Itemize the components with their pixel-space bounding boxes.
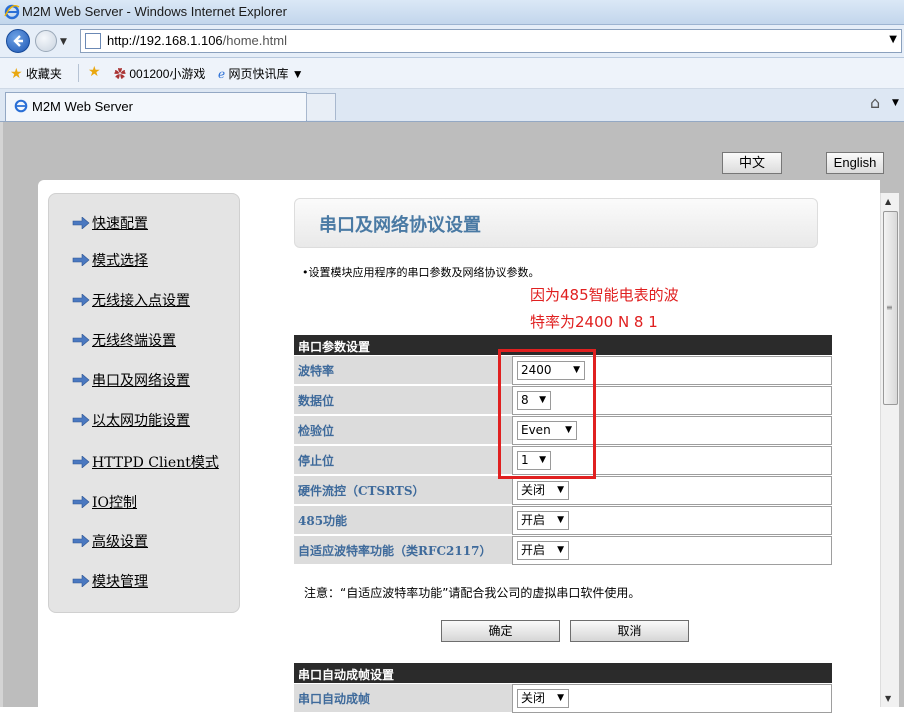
address-input[interactable]: http://192.168.1.106/home.html ▼ — [80, 29, 902, 53]
chinese-language-button[interactable]: 中文 — [722, 152, 782, 174]
field-label: 波特率 — [298, 364, 335, 378]
arrow-right-icon — [72, 374, 90, 386]
scroll-down-icon[interactable]: ▼ — [885, 694, 891, 703]
fav-link-games[interactable]: ✿ 001200小游戏 — [114, 65, 205, 82]
field-label: 数据位 — [298, 394, 335, 408]
field-label: 硬件流控（CTSRTS） — [298, 484, 425, 498]
arrow-right-icon — [72, 575, 90, 587]
favorites-button[interactable]: ★ 收藏夹 — [10, 65, 62, 82]
scroll-up-icon[interactable]: ▲ — [885, 197, 891, 206]
tab-m2m[interactable]: M2M Web Server — [5, 92, 307, 121]
field-label: 检验位 — [298, 424, 335, 438]
chevron-down-icon: ▼ — [557, 545, 564, 555]
confirm-button[interactable]: 确定 — [441, 620, 560, 642]
page-icon — [85, 33, 101, 49]
divider — [78, 64, 79, 82]
address-toolbar: ▼ http://192.168.1.106/home.html ▼ — [0, 25, 904, 58]
address-dropdown-icon[interactable]: ▼ — [889, 34, 897, 45]
chevron-down-icon: ▼ — [557, 515, 564, 525]
page-title: 串口及网络协议设置 — [319, 215, 481, 236]
adaptive-baud-select[interactable]: 开启 ▼ — [517, 541, 569, 560]
new-tab-button[interactable] — [306, 93, 336, 120]
field-label: 停止位 — [298, 454, 335, 468]
form-row-adaptive-baud: 自适应波特率功能（类RFC2117） 开启 ▼ — [294, 536, 832, 565]
field-label: 485功能 — [298, 514, 348, 528]
grip-icon: ≡ — [886, 303, 893, 312]
page-description: •设置模块应用程序的串口参数及网络协议参数。 — [302, 266, 540, 279]
arrow-right-icon — [72, 217, 90, 229]
favorites-bar: ★ 收藏夹 ★ ✿ 001200小游戏 ℯ 网页快讯库 ▼ — [0, 58, 904, 89]
section-header-auto-frame: 串口自动成帧设置 — [294, 663, 832, 683]
ie-logo-icon — [14, 99, 28, 113]
sidebar-item-label[interactable]: HTTPD Client模式 — [92, 452, 219, 472]
sidebar-item-label[interactable]: 串口及网络设置 — [92, 370, 190, 390]
arrow-right-icon — [72, 456, 90, 468]
ie-page-icon: ℯ — [218, 67, 226, 81]
sidebar-item-label[interactable]: 以太网功能设置 — [92, 410, 190, 430]
english-language-button[interactable]: English — [826, 152, 884, 174]
arrow-right-icon — [72, 535, 90, 547]
window-title: M2M Web Server - Windows Internet Explor… — [22, 4, 287, 19]
arrow-right-icon — [72, 294, 90, 306]
annotation-text-1: 因为485智能电表的波 — [530, 286, 679, 304]
sidebar-item-label[interactable]: 模块管理 — [92, 571, 148, 591]
sidebar-item-label[interactable]: 无线终端设置 — [92, 330, 176, 350]
sidebar-item-label[interactable]: 高级设置 — [92, 531, 148, 551]
tab-bar: M2M Web Server ⌂ ▼ — [0, 89, 904, 122]
page-heading-box: 串口及网络协议设置 — [294, 198, 818, 248]
sidebar-item-label[interactable]: 模式选择 — [92, 250, 148, 270]
back-arrow-icon — [13, 35, 23, 47]
annotation-text-2: 特率为2400 N 8 1 — [530, 313, 658, 331]
form-row-rs485: 485功能 开启 ▼ — [294, 506, 832, 535]
sidebar-item-label[interactable]: 无线接入点设置 — [92, 290, 190, 310]
sidebar-item-label[interactable]: 快速配置 — [92, 213, 148, 233]
star-icon: ★ — [10, 65, 23, 81]
annotation-highlight-box — [498, 349, 596, 479]
home-icon[interactable]: ⌂ — [870, 93, 880, 112]
arrow-right-icon — [72, 496, 90, 508]
field-label: 自适应波特率功能（类RFC2117） — [298, 544, 492, 558]
add-favorite-icon[interactable]: ★ — [88, 63, 101, 80]
home-dropdown-icon[interactable]: ▼ — [892, 98, 899, 108]
game-icon: ✿ — [114, 67, 127, 81]
form-row-auto-frame: 串口自动成帧 关闭 ▼ — [294, 684, 832, 713]
address-url: http://192.168.1.106/home.html — [107, 33, 287, 48]
ie-logo-icon — [4, 4, 20, 20]
cancel-button[interactable]: 取消 — [570, 620, 689, 642]
arrow-right-icon — [72, 414, 90, 426]
auto-frame-select[interactable]: 关闭 ▼ — [517, 689, 569, 708]
window-title-bar: M2M Web Server - Windows Internet Explor… — [0, 0, 904, 25]
fav-link-webslice[interactable]: ℯ 网页快讯库 ▼ — [218, 65, 304, 82]
history-dropdown-icon[interactable]: ▼ — [60, 37, 67, 47]
rs485-select[interactable]: 开启 ▼ — [517, 511, 569, 530]
arrow-right-icon — [72, 334, 90, 346]
chevron-down-icon: ▼ — [557, 693, 564, 703]
chevron-down-icon: ▼ — [557, 485, 564, 495]
flow-control-select[interactable]: 关闭 ▼ — [517, 481, 569, 500]
forward-button[interactable] — [35, 30, 57, 52]
back-button[interactable] — [6, 29, 30, 53]
note-text: 注意：“自适应波特率功能”请配合我公司的虚拟串口软件使用。 — [304, 586, 641, 600]
vertical-scrollbar[interactable]: ▲ ≡ ▼ — [880, 193, 899, 707]
arrow-right-icon — [72, 254, 90, 266]
tab-label: M2M Web Server — [32, 99, 133, 114]
field-label: 串口自动成帧 — [298, 692, 371, 706]
form-row-flow-control: 硬件流控（CTSRTS） 关闭 ▼ — [294, 476, 832, 505]
sidebar-item-label[interactable]: IO控制 — [92, 492, 137, 512]
